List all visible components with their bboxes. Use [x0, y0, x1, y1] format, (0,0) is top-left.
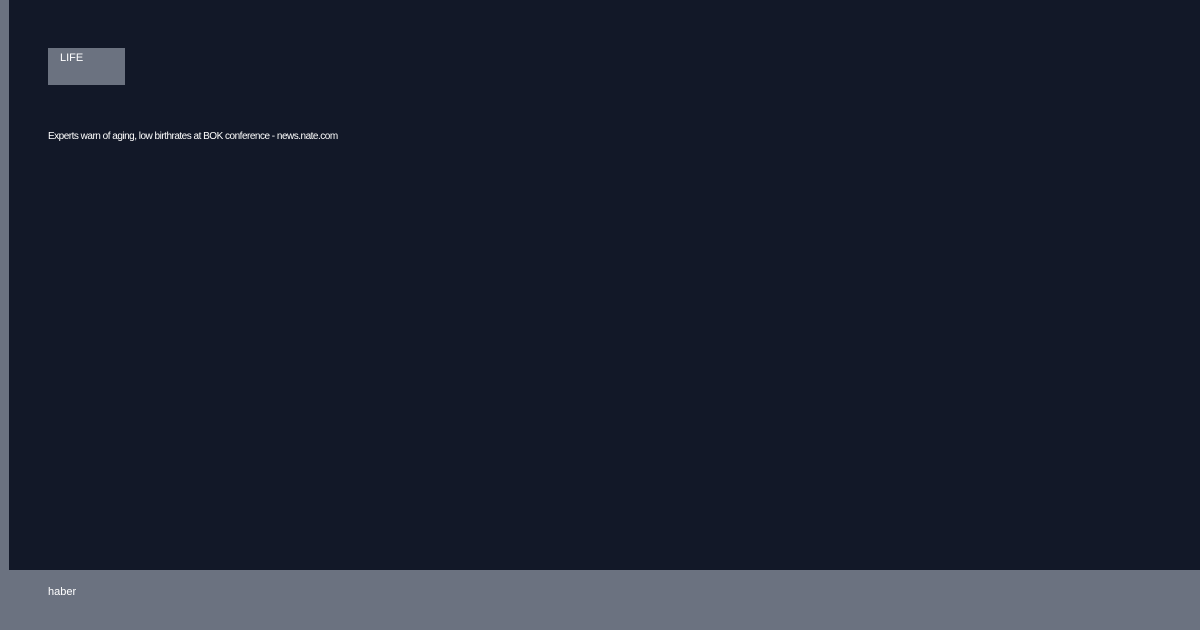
- category-label: LIFE: [60, 52, 84, 64]
- category-badge: LIFE: [48, 48, 125, 85]
- footer-bar: haber: [0, 570, 1200, 630]
- news-card[interactable]: LIFE Experts warn of aging, low birthrat…: [9, 0, 1200, 570]
- footer-label: haber: [48, 586, 77, 598]
- headline[interactable]: Experts warn of aging, low birthrates at…: [48, 131, 338, 143]
